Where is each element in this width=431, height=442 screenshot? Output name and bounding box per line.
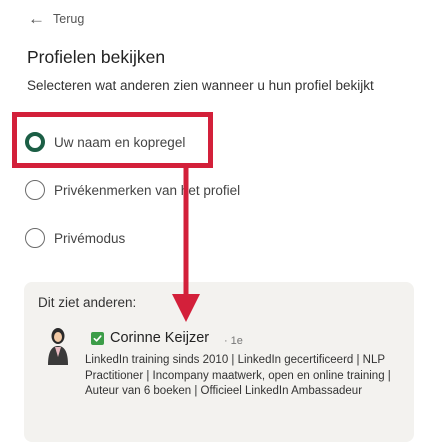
radio-selected-icon[interactable]	[25, 132, 45, 152]
option-label: Uw naam en kopregel	[54, 134, 186, 150]
preview-heading: Dit ziet anderen:	[38, 295, 137, 310]
back-label: Terug	[53, 11, 85, 26]
connection-degree: · 1e	[224, 335, 243, 347]
back-link[interactable]: ← Terug	[28, 10, 84, 27]
arrow-left-icon: ←	[28, 9, 45, 28]
option-private-mode[interactable]: Privémodus	[25, 228, 125, 248]
option-name-and-headline[interactable]: Uw naam en kopregel	[25, 132, 185, 152]
option-label: Privémodus	[54, 230, 126, 246]
page-title: Profielen bekijken	[27, 47, 166, 67]
page-subtitle: Selecteren wat anderen zien wanneer u hu…	[27, 78, 374, 93]
avatar	[48, 328, 68, 365]
radio-unselected-icon[interactable]	[25, 180, 45, 200]
option-private-characteristics[interactable]: Privékenmerken van het profiel	[25, 180, 240, 200]
checkmark-icon	[91, 332, 104, 345]
profile-name: Corinne Keijzer	[110, 330, 210, 346]
radio-unselected-icon[interactable]	[25, 228, 45, 248]
profile-headline: LinkedIn training sinds 2010 | LinkedIn …	[85, 354, 391, 397]
option-label: Privékenmerken van het profiel	[54, 182, 241, 198]
degree-label: 1e	[230, 335, 243, 347]
